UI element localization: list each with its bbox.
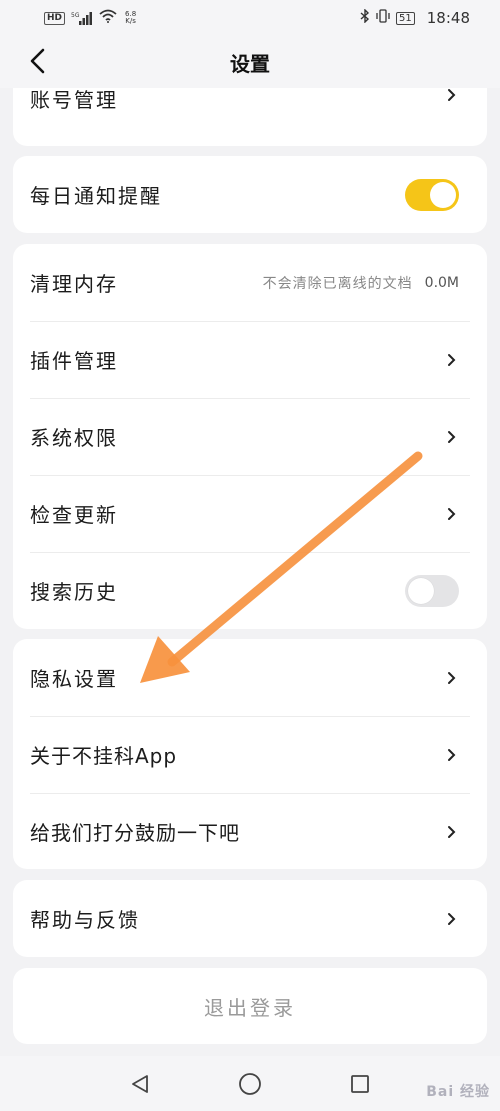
search-history-row: 搜索历史 (13, 552, 487, 629)
notify-card: 每日通知提醒 (13, 156, 487, 233)
account-label: 账号管理 (30, 88, 118, 112)
status-time: 18:48 (426, 9, 470, 27)
back-button[interactable] (22, 46, 52, 76)
chevron-right-icon (447, 507, 459, 521)
logout-button[interactable]: 退出登录 (13, 968, 487, 1044)
help-card: 帮助与反馈 (13, 880, 487, 957)
triangle-back-icon (132, 1074, 148, 1093)
general-card: 清理内存 不会清除已离线的文档 0.0M 插件管理 系统权限 检查更新 搜索历史 (13, 244, 487, 629)
chevron-right-icon (447, 671, 459, 685)
chevron-right-icon (447, 825, 459, 839)
search-history-toggle[interactable] (405, 574, 459, 607)
signal-label: 5G (71, 12, 80, 19)
chevron-right-icon (447, 353, 459, 367)
help-row[interactable]: 帮助与反馈 (13, 880, 487, 957)
wifi-icon (99, 9, 117, 27)
plugins-label: 插件管理 (30, 349, 118, 373)
rate-us-label: 给我们打分鼓励一下吧 (30, 821, 240, 845)
permissions-label: 系统权限 (30, 426, 118, 450)
daily-notify-label: 每日通知提醒 (30, 184, 162, 208)
hd-badge: HD (44, 11, 66, 25)
clear-cache-row[interactable]: 清理内存 不会清除已离线的文档 0.0M (13, 244, 487, 321)
help-label: 帮助与反馈 (30, 908, 140, 932)
chevron-right-icon (447, 748, 459, 762)
watermark: Bai 经验 (426, 1084, 490, 1100)
clear-cache-value: 0.0M (424, 274, 459, 291)
clear-cache-label: 清理内存 (30, 272, 118, 296)
clear-cache-hint: 不会清除已离线的文档 (262, 275, 413, 292)
nav-home-button[interactable] (230, 1064, 270, 1104)
toggle-knob (408, 577, 434, 604)
search-history-label: 搜索历史 (30, 580, 118, 604)
logout-label: 退出登录 (204, 995, 296, 1020)
chevron-right-icon (447, 430, 459, 444)
daily-notify-toggle[interactable] (405, 178, 459, 211)
account-card: 账号管理 (13, 88, 487, 146)
about-card: 隐私设置 关于不挂科App 给我们打分鼓励一下吧 (13, 639, 487, 869)
chevron-right-icon (447, 88, 459, 102)
signal-icon: 5G (71, 11, 93, 25)
square-recents-icon (351, 1074, 369, 1093)
check-update-row[interactable]: 检查更新 (13, 475, 487, 552)
toggle-knob (430, 181, 456, 208)
privacy-row[interactable]: 隐私设置 (13, 639, 487, 716)
settings-list[interactable]: 账号管理 每日通知提醒 清理内存 不会清除已离线的文档 0.0M 插件管理 系统… (0, 88, 500, 1056)
daily-notify-row: 每日通知提醒 (13, 156, 487, 233)
system-nav-bar: Bai 经验 (0, 1056, 500, 1111)
chevron-left-icon (30, 48, 45, 74)
net-speed-unit: K/s (125, 17, 136, 25)
privacy-label: 隐私设置 (30, 667, 118, 691)
plugins-row[interactable]: 插件管理 (13, 321, 487, 398)
page-title: 设置 (230, 51, 270, 76)
about-row[interactable]: 关于不挂科App (13, 716, 487, 793)
nav-bar: 设置 (0, 36, 500, 88)
nav-back-button[interactable] (120, 1064, 160, 1104)
nav-recents-button[interactable] (340, 1064, 380, 1104)
vibrate-icon (376, 9, 390, 27)
circle-home-icon (239, 1072, 261, 1095)
status-bar: HD 5G 6.8 K/s 51 18:48 (0, 0, 500, 36)
chevron-right-icon (447, 912, 459, 926)
bluetooth-icon (360, 8, 370, 27)
battery-icon: 51 (396, 11, 415, 25)
status-left: HD 5G 6.8 K/s (44, 9, 136, 27)
account-row[interactable]: 账号管理 (13, 88, 487, 146)
net-speed: 6.8 K/s (125, 11, 136, 25)
check-update-label: 检查更新 (30, 503, 118, 527)
rate-us-row[interactable]: 给我们打分鼓励一下吧 (13, 793, 487, 869)
permissions-row[interactable]: 系统权限 (13, 398, 487, 475)
about-label: 关于不挂科App (30, 744, 178, 768)
status-right: 51 18:48 (360, 8, 470, 27)
